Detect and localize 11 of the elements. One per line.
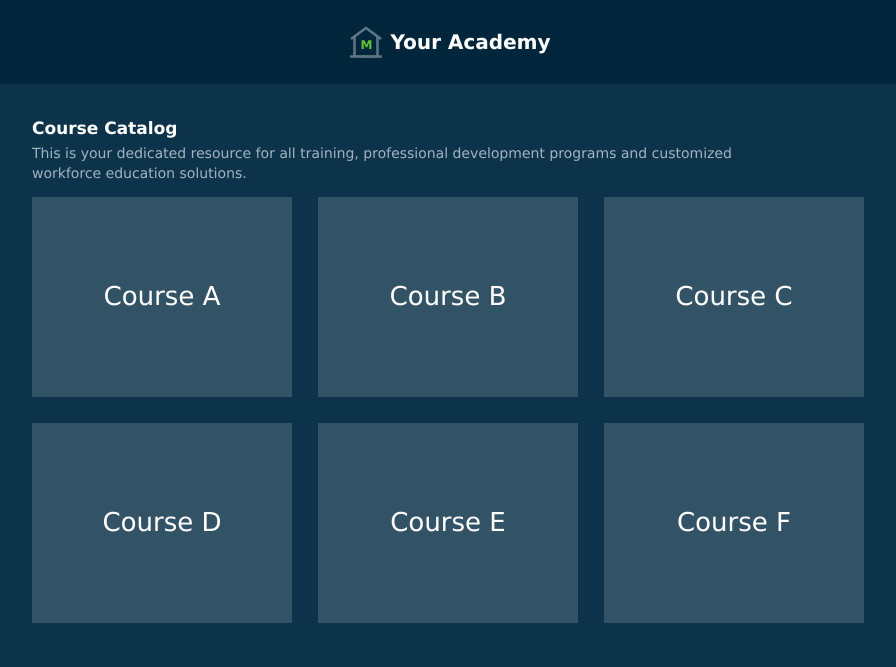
catalog-title: Course Catalog <box>32 118 178 140</box>
logo-letter: M <box>360 38 372 52</box>
course-card[interactable]: Course F <box>604 423 864 623</box>
course-card[interactable]: Course C <box>604 197 864 397</box>
course-card[interactable]: Course B <box>318 197 578 397</box>
course-card[interactable]: Course A <box>32 197 292 397</box>
academy-title: Your Academy <box>390 29 551 55</box>
house-icon <box>349 26 384 58</box>
catalog-description: This is your dedicated resource for all training, professional development programs and customized workforce education solutions. <box>32 145 733 184</box>
course-card[interactable]: Course D <box>32 423 292 623</box>
course-card[interactable]: Course E <box>318 423 578 623</box>
